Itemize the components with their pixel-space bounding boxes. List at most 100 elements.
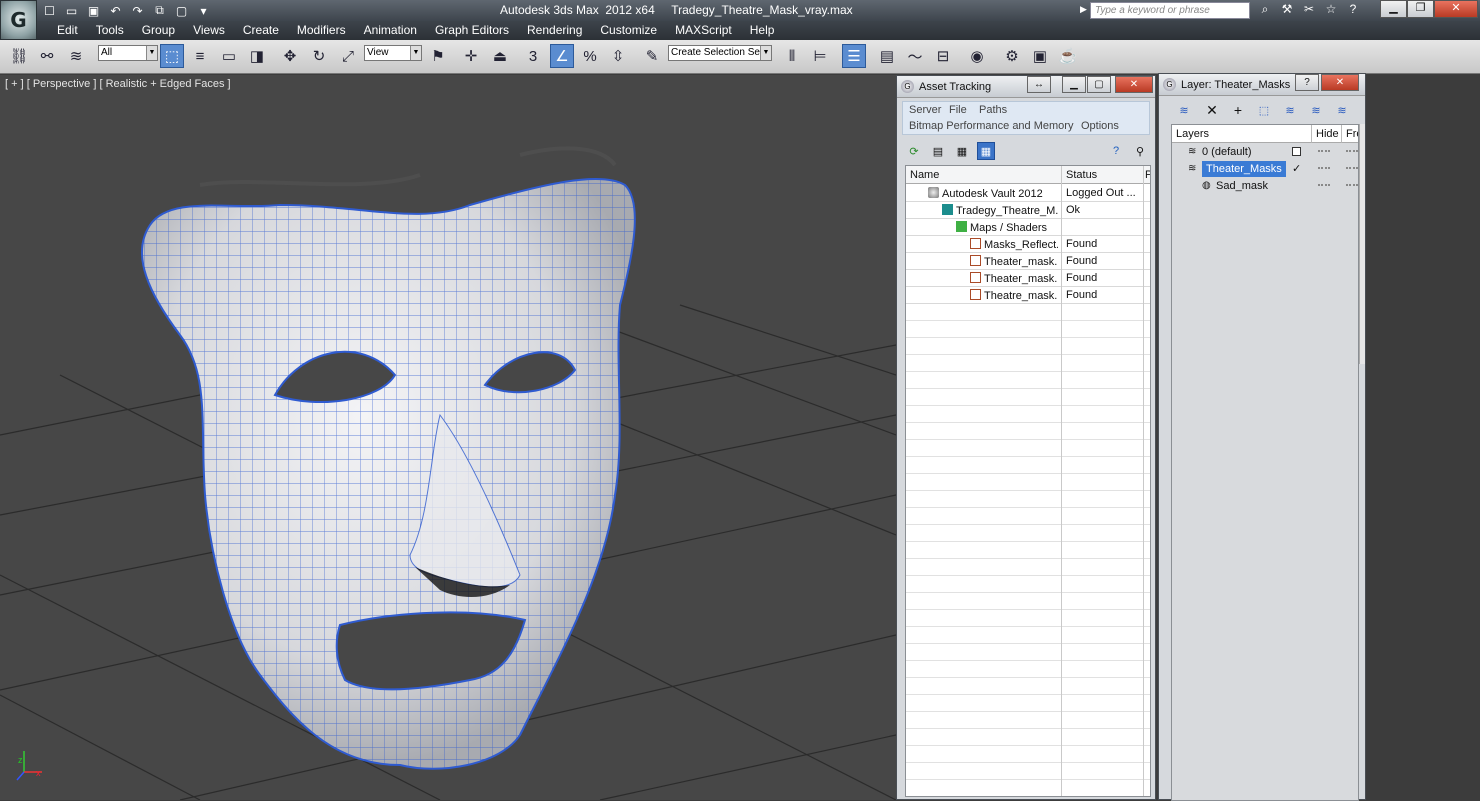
select-in-layer-icon[interactable]: ⬚ [1255, 101, 1273, 119]
minimize-button[interactable]: ▁ [1380, 0, 1407, 18]
create-layer-icon[interactable]: ≋ [1175, 101, 1193, 119]
table-view-icon[interactable]: ▦ [953, 142, 971, 160]
hold-icon[interactable]: ⧉ [150, 2, 169, 19]
menu-options[interactable]: Options [1081, 120, 1119, 132]
freeze-all-layers-icon[interactable]: ≋ [1333, 101, 1351, 119]
rendered-frame-window-icon[interactable]: ▣ [1028, 44, 1052, 68]
pin-icon[interactable]: ⚲ [1131, 142, 1149, 160]
align-icon[interactable]: ⊨ [808, 44, 832, 68]
maximize-button[interactable]: ❐ [1407, 0, 1434, 18]
layer-close-button[interactable]: ✕ [1321, 74, 1359, 91]
menu-modifiers[interactable]: Modifiers [288, 23, 355, 37]
search-input[interactable]: Type a keyword or phrase [1090, 2, 1250, 19]
communication-center-icon[interactable]: ✂ [1300, 2, 1318, 19]
column-p[interactable]: P [1144, 166, 1150, 184]
grid-view-icon[interactable]: ▦ [977, 142, 995, 160]
subscription-icon[interactable]: ⚒ [1278, 2, 1296, 19]
layer-panel-header[interactable]: G Layer: Theater_Masks ? ✕ [1159, 74, 1365, 96]
highlight-layer-icon[interactable]: ≋ [1281, 101, 1299, 119]
layer-row[interactable]: ◍ Sad_mask [1172, 178, 1358, 195]
window-crossing-icon[interactable]: ◨ [245, 44, 269, 68]
menu-animation[interactable]: Animation [355, 23, 426, 37]
viewport-label[interactable]: [ + ] [ Perspective ] [ Realistic + Edge… [5, 78, 231, 90]
app-logo-button[interactable]: G [0, 0, 37, 40]
help-icon[interactable]: ? [1344, 2, 1362, 19]
asset-tracking-header[interactable]: G Asset Tracking ↔ ▁ ▢ ✕ [897, 76, 1155, 98]
mirror-icon[interactable]: ⫴ [780, 44, 804, 68]
select-object-icon[interactable]: ⬚ [160, 44, 184, 68]
render-setup-icon[interactable]: ⚙ [1000, 44, 1024, 68]
panel-close-button[interactable]: ✕ [1115, 76, 1153, 93]
open-file-icon[interactable]: ▭ [62, 2, 81, 19]
asset-row[interactable]: Maps / Shaders [906, 219, 1150, 236]
undo-icon[interactable]: ↶ [106, 2, 125, 19]
menu-customize[interactable]: Customize [591, 23, 666, 37]
percent-snap-icon[interactable]: % [578, 44, 602, 68]
freeze-toggle[interactable] [1346, 150, 1358, 152]
select-and-link-icon[interactable]: ⛓ [7, 44, 31, 68]
menu-rendering[interactable]: Rendering [518, 23, 591, 37]
hide-toggle[interactable] [1318, 184, 1330, 186]
panel-maximize-button[interactable]: ▢ [1087, 76, 1111, 93]
binoculars-icon[interactable]: ⌕ [1256, 2, 1274, 19]
keyboard-shortcut-icon[interactable]: ⏏ [488, 44, 512, 68]
add-to-layer-icon[interactable]: + [1229, 101, 1247, 119]
menu-create[interactable]: Create [234, 23, 288, 37]
menu-file[interactable]: File [949, 104, 967, 116]
customize-dropdown-icon[interactable]: ▾ [194, 2, 213, 19]
edit-named-selection-icon[interactable]: ✎ [640, 44, 664, 68]
asset-row[interactable]: Theater_mask... Found [906, 253, 1150, 270]
hide-all-layers-icon[interactable]: ≋ [1307, 101, 1325, 119]
rectangular-region-icon[interactable]: ▭ [217, 44, 241, 68]
delete-layer-icon[interactable]: ✕ [1203, 101, 1221, 119]
schematic-view-icon[interactable]: ⊟ [931, 44, 955, 68]
hide-toggle[interactable] [1318, 150, 1330, 152]
scale-icon[interactable]: ⤢ [336, 44, 360, 68]
layer-scrollbar[interactable] [1359, 124, 1365, 364]
render-production-icon[interactable]: ☕ [1056, 44, 1080, 68]
redo-icon[interactable]: ↷ [128, 2, 147, 19]
help-question-icon[interactable]: ? [1107, 142, 1125, 160]
close-button[interactable]: ✕ [1434, 0, 1478, 18]
menu-maxscript[interactable]: MAXScript [666, 23, 741, 37]
favorites-star-icon[interactable]: ☆ [1322, 2, 1340, 19]
panel-minimize-button[interactable]: ▁ [1062, 76, 1086, 93]
menu-help[interactable]: Help [741, 23, 784, 37]
selection-filter-dropdown[interactable]: All ▼ [98, 45, 158, 61]
expand-arrow-icon[interactable]: ▶ [1080, 4, 1087, 15]
layer-manager-icon[interactable]: ☰ [842, 44, 866, 68]
pivot-center-icon[interactable]: ⚑ [426, 44, 450, 68]
column-status[interactable]: Status [1062, 166, 1144, 184]
menu-server[interactable]: Server [909, 104, 941, 116]
menu-bitmap-performance[interactable]: Bitmap Performance and Memory [909, 120, 1073, 132]
refresh-icon[interactable]: ⟳ [905, 142, 923, 160]
save-icon[interactable]: ▣ [84, 2, 103, 19]
menu-group[interactable]: Group [133, 23, 184, 37]
asset-row[interactable]: Theater_mask... Found [906, 270, 1150, 287]
asset-row[interactable]: Tradegy_Theatre_M... Ok [906, 202, 1150, 219]
unlink-icon[interactable]: ⚯ [35, 44, 59, 68]
project-folder-icon[interactable]: ▢ [172, 2, 191, 19]
spinner-snap-icon[interactable]: ⇳ [606, 44, 630, 68]
freeze-toggle[interactable] [1346, 167, 1358, 169]
column-name[interactable]: Name [906, 166, 1062, 184]
freeze-toggle[interactable] [1346, 184, 1358, 186]
asset-row[interactable]: Masks_Reflect... Found [906, 236, 1150, 253]
menu-graph-editors[interactable]: Graph Editors [426, 23, 518, 37]
dock-toggle-button[interactable]: ↔ [1027, 76, 1051, 93]
menu-edit[interactable]: Edit [48, 23, 87, 37]
current-layer-checkbox[interactable] [1292, 147, 1301, 156]
reference-coordinate-dropdown[interactable]: View ▼ [364, 45, 422, 61]
menu-tools[interactable]: Tools [87, 23, 133, 37]
material-editor-icon[interactable]: ◉ [965, 44, 989, 68]
new-file-icon[interactable]: ☐ [40, 2, 59, 19]
layer-row[interactable]: ≋ 0 (default) [1172, 144, 1358, 161]
column-layers[interactable]: Layers [1172, 125, 1312, 143]
named-selection-dropdown[interactable]: Create Selection Se ▼ [668, 45, 772, 61]
asset-row[interactable]: Autodesk Vault 2012 Logged Out ... [906, 185, 1150, 202]
select-by-name-icon[interactable]: ≡ [188, 44, 212, 68]
angle-snap-icon[interactable]: ∠ [550, 44, 574, 68]
column-freeze[interactable]: Fre [1342, 125, 1358, 143]
hide-toggle[interactable] [1318, 167, 1330, 169]
rotate-icon[interactable]: ↻ [307, 44, 331, 68]
